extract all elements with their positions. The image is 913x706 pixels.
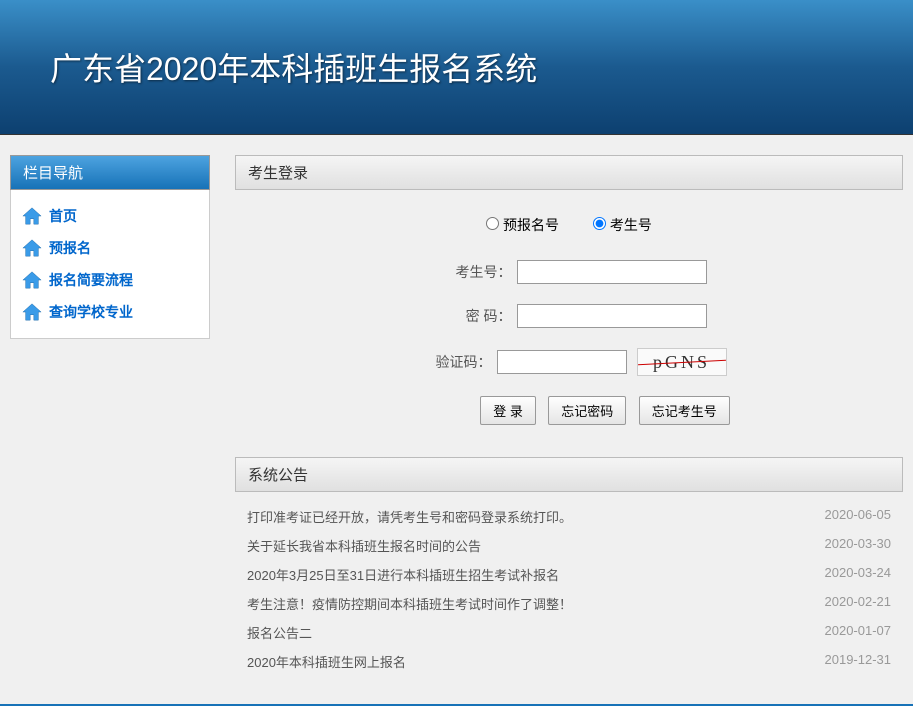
radio-pre-register[interactable]: 预报名号: [486, 217, 563, 233]
notice-link[interactable]: 考生注意！疫情防控期间本科插班生考试时间作了调整！: [247, 594, 572, 613]
radio-exam-id[interactable]: 考生号: [593, 217, 652, 233]
main-content: 考生登录 预报名号 考生号 考生号： 密 码： 验: [235, 155, 903, 686]
exam-id-input[interactable]: [517, 260, 707, 284]
notice-link[interactable]: 2020年本科插班生网上报名: [247, 652, 406, 671]
main-container: 栏目导航 首页 预报名 报名简要流程: [0, 135, 913, 696]
password-input[interactable]: [517, 304, 707, 328]
radio-label: 考生号: [610, 217, 652, 233]
forgot-password-button[interactable]: 忘记密码: [548, 396, 626, 425]
captcha-image[interactable]: pGNS: [637, 348, 727, 376]
sidebar-nav: 首页 预报名 报名简要流程 查询学校专业: [10, 190, 210, 339]
nav-query-school[interactable]: 查询学校专业: [19, 296, 201, 328]
id-type-selector: 预报名号 考生号: [235, 215, 903, 235]
notice-item: 2020年3月25日至31日进行本科插班生招生考试补报名 2020-03-24: [247, 560, 891, 589]
notice-date: 2020-01-07: [825, 623, 892, 642]
notice-item: 关于延长我省本科插班生报名时间的公告 2020-03-30: [247, 531, 891, 560]
login-panel-title: 考生登录: [235, 155, 903, 190]
nav-home[interactable]: 首页: [19, 200, 201, 232]
button-row: 登 录 忘记密码 忘记考生号: [235, 396, 903, 425]
radio-label: 预报名号: [503, 217, 559, 233]
password-label: 密 码：: [432, 306, 512, 326]
login-button[interactable]: 登 录: [480, 396, 536, 425]
notice-date: 2020-03-24: [825, 565, 892, 584]
nav-pre-register[interactable]: 预报名: [19, 232, 201, 264]
notice-item: 报名公告二 2020-01-07: [247, 618, 891, 647]
notice-panel-title: 系统公告: [235, 457, 903, 492]
id-row: 考生号：: [235, 260, 903, 284]
notice-date: 2020-06-05: [825, 507, 892, 526]
house-icon: [21, 206, 43, 226]
notice-list: 打印准考证已经开放，请凭考生号和密码登录系统打印。 2020-06-05 关于延…: [235, 492, 903, 686]
notice-date: 2020-03-30: [825, 536, 892, 555]
page-header: 广东省2020年本科插班生报名系统: [0, 0, 913, 135]
notice-link[interactable]: 关于延长我省本科插班生报名时间的公告: [247, 536, 481, 555]
radio-exam-id-input[interactable]: [593, 217, 606, 230]
notice-item: 打印准考证已经开放，请凭考生号和密码登录系统打印。 2020-06-05: [247, 502, 891, 531]
id-label: 考生号：: [432, 262, 512, 282]
notice-link[interactable]: 报名公告二: [247, 623, 312, 642]
radio-pre-register-input[interactable]: [486, 217, 499, 230]
house-icon: [21, 302, 43, 322]
login-form: 预报名号 考生号 考生号： 密 码： 验证码： pGNS: [235, 190, 903, 445]
nav-label: 报名简要流程: [49, 270, 133, 290]
captcha-label: 验证码：: [412, 352, 492, 372]
notice-item: 2020年本科插班生网上报名 2019-12-31: [247, 647, 891, 676]
nav-label: 查询学校专业: [49, 302, 133, 322]
sidebar-title: 栏目导航: [10, 155, 210, 190]
sidebar: 栏目导航 首页 预报名 报名简要流程: [10, 155, 210, 686]
nav-label: 首页: [49, 206, 77, 226]
captcha-input[interactable]: [497, 350, 627, 374]
password-row: 密 码：: [235, 304, 903, 328]
forgot-id-button[interactable]: 忘记考生号: [639, 396, 730, 425]
captcha-row: 验证码： pGNS: [235, 348, 903, 376]
notice-date: 2019-12-31: [825, 652, 892, 671]
house-icon: [21, 270, 43, 290]
page-title: 广东省2020年本科插班生报名系统: [50, 44, 537, 90]
notice-link[interactable]: 打印准考证已经开放，请凭考生号和密码登录系统打印。: [247, 507, 572, 526]
notice-section: 系统公告 打印准考证已经开放，请凭考生号和密码登录系统打印。 2020-06-0…: [235, 457, 903, 686]
nav-label: 预报名: [49, 238, 91, 258]
notice-item: 考生注意！疫情防控期间本科插班生考试时间作了调整！ 2020-02-21: [247, 589, 891, 618]
house-icon: [21, 238, 43, 258]
notice-date: 2020-02-21: [825, 594, 892, 613]
notice-link[interactable]: 2020年3月25日至31日进行本科插班生招生考试补报名: [247, 565, 559, 584]
nav-process[interactable]: 报名简要流程: [19, 264, 201, 296]
